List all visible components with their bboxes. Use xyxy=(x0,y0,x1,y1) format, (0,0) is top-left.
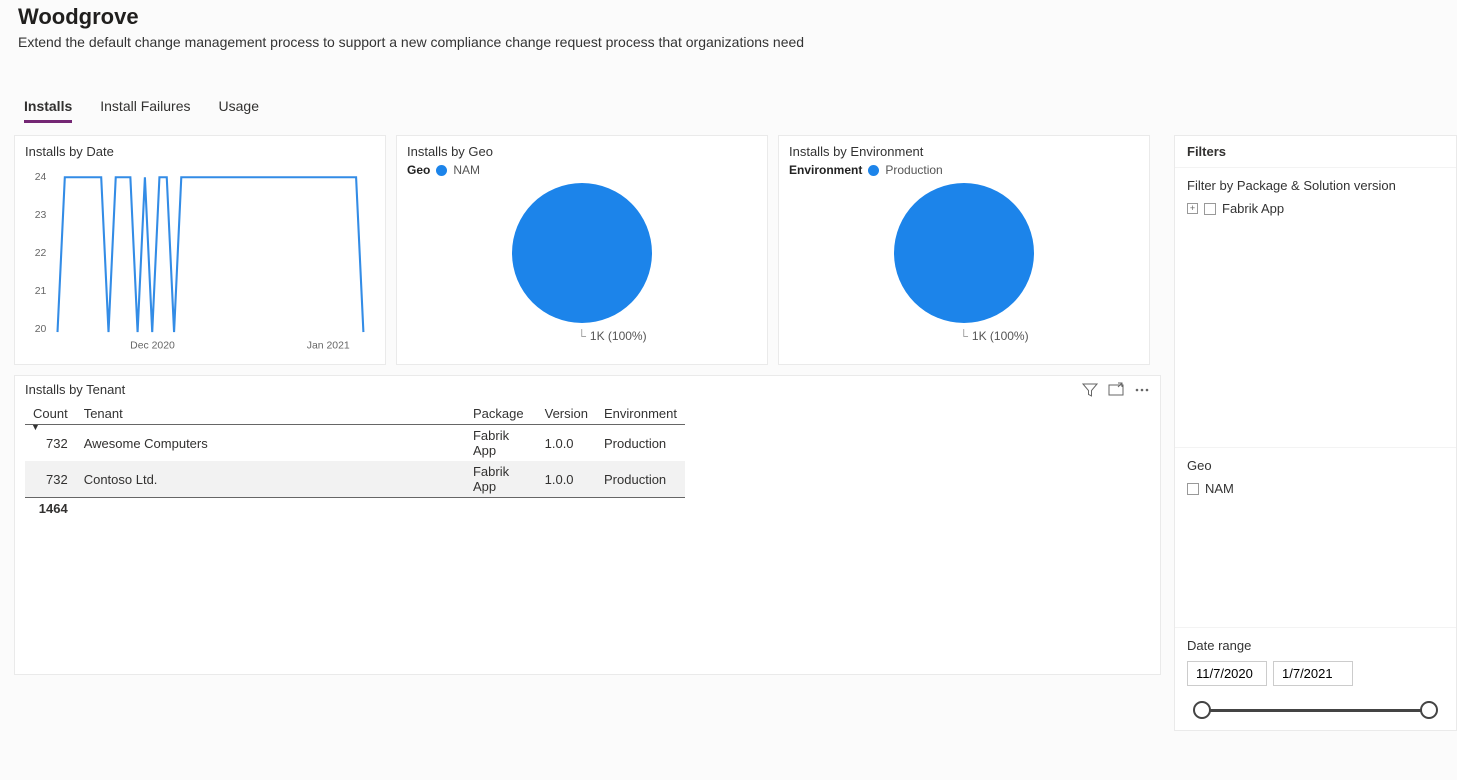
x-tick-jan: Jan 2021 xyxy=(307,340,350,351)
filter-icon[interactable] xyxy=(1082,382,1098,398)
filter-title: Filter by Package & Solution version xyxy=(1187,178,1444,193)
legend-label: Environment xyxy=(789,163,862,177)
col-tenant[interactable]: Tenant xyxy=(76,403,465,425)
card-installs-by-tenant: Installs by Tenant Count▼ Tenant Package… xyxy=(14,375,1161,675)
col-environment[interactable]: Environment xyxy=(596,403,685,425)
card-title: Installs by Environment xyxy=(789,144,1139,159)
focus-mode-icon[interactable] xyxy=(1108,382,1124,398)
cell-tenant: Contoso Ltd. xyxy=(76,461,465,498)
cell-environment: Production xyxy=(596,425,685,462)
page-title: Woodgrove xyxy=(18,4,1439,30)
line-chart[interactable]: 24 23 22 21 20 Dec 2020 Jan 2021 xyxy=(25,163,375,353)
filter-section-geo: Geo NAM xyxy=(1175,448,1456,628)
tabs-bar: Installs Install Failures Usage xyxy=(0,98,1457,123)
legend-label: Geo xyxy=(407,163,430,177)
tab-installs[interactable]: Installs xyxy=(24,98,72,123)
pie-caption-text: 1K (100%) xyxy=(972,329,1029,343)
pie-chart[interactable] xyxy=(894,183,1034,323)
caption-tick-icon: └ xyxy=(577,329,586,343)
date-slider[interactable] xyxy=(1197,700,1434,720)
card-title: Installs by Tenant xyxy=(25,382,1150,397)
tenant-table: Count▼ Tenant Package Version Environmen… xyxy=(25,403,685,519)
tree-item-fabrik-app[interactable]: + Fabrik App xyxy=(1187,201,1444,216)
filters-title: Filters xyxy=(1175,136,1456,168)
filter-section-package: Filter by Package & Solution version + F… xyxy=(1175,168,1456,448)
table-row[interactable]: 732 Awesome Computers Fabrik App 1.0.0 P… xyxy=(25,425,685,462)
filter-title: Date range xyxy=(1187,638,1444,653)
checkbox[interactable] xyxy=(1204,203,1216,215)
more-options-icon[interactable] xyxy=(1134,382,1150,398)
caption-tick-icon: └ xyxy=(959,329,968,343)
col-count[interactable]: Count▼ xyxy=(25,403,76,425)
cell-count: 732 xyxy=(25,461,76,498)
table-row[interactable]: 732 Contoso Ltd. Fabrik App 1.0.0 Produc… xyxy=(25,461,685,498)
legend-value: NAM xyxy=(453,163,480,177)
pie-caption: └ 1K (100%) xyxy=(959,329,1028,343)
cell-environment: Production xyxy=(596,461,685,498)
line-series xyxy=(58,177,364,332)
slider-thumb-start[interactable] xyxy=(1193,701,1211,719)
expand-icon[interactable]: + xyxy=(1187,203,1198,214)
pie-caption: └ 1K (100%) xyxy=(577,329,646,343)
filter-section-date-range: Date range xyxy=(1175,628,1456,730)
y-tick-23: 23 xyxy=(35,210,47,221)
sort-desc-icon: ▼ xyxy=(31,422,40,432)
cell-package: Fabrik App xyxy=(465,425,537,462)
card-installs-by-geo: Installs by Geo Geo NAM └ 1K (100%) xyxy=(396,135,768,365)
filter-title: Geo xyxy=(1187,458,1444,473)
x-tick-dec: Dec 2020 xyxy=(130,340,175,351)
tab-usage[interactable]: Usage xyxy=(219,98,259,123)
col-package[interactable]: Package xyxy=(465,403,537,425)
y-tick-21: 21 xyxy=(35,286,47,297)
cell-total: 1464 xyxy=(25,498,76,520)
cell-package: Fabrik App xyxy=(465,461,537,498)
page-subtitle: Extend the default change management pro… xyxy=(18,34,1439,50)
card-installs-by-date: Installs by Date 24 23 22 21 20 Dec 2020… xyxy=(14,135,386,365)
col-version[interactable]: Version xyxy=(537,403,596,425)
pie-chart[interactable] xyxy=(512,183,652,323)
pie-caption-text: 1K (100%) xyxy=(590,329,647,343)
geo-item-nam[interactable]: NAM xyxy=(1187,481,1444,496)
card-title: Installs by Geo xyxy=(407,144,757,159)
checkbox[interactable] xyxy=(1187,483,1199,495)
legend-value: Production xyxy=(885,163,942,177)
tab-install-failures[interactable]: Install Failures xyxy=(100,98,190,123)
geo-item-label: NAM xyxy=(1205,481,1234,496)
filters-panel: Filters Filter by Package & Solution ver… xyxy=(1174,135,1457,731)
cell-version: 1.0.0 xyxy=(537,461,596,498)
tree-item-label: Fabrik App xyxy=(1222,201,1284,216)
slider-thumb-end[interactable] xyxy=(1420,701,1438,719)
card-installs-by-env: Installs by Environment Environment Prod… xyxy=(778,135,1150,365)
legend-dot-icon xyxy=(436,165,447,176)
slider-track xyxy=(1197,709,1434,712)
cell-version: 1.0.0 xyxy=(537,425,596,462)
cell-tenant: Awesome Computers xyxy=(76,425,465,462)
table-total-row: 1464 xyxy=(25,498,685,520)
y-tick-22: 22 xyxy=(35,248,47,259)
date-from-input[interactable] xyxy=(1187,661,1267,686)
y-tick-20: 20 xyxy=(35,324,47,335)
card-title: Installs by Date xyxy=(25,144,375,159)
date-to-input[interactable] xyxy=(1273,661,1353,686)
legend-dot-icon xyxy=(868,165,879,176)
y-tick-24: 24 xyxy=(35,172,47,183)
